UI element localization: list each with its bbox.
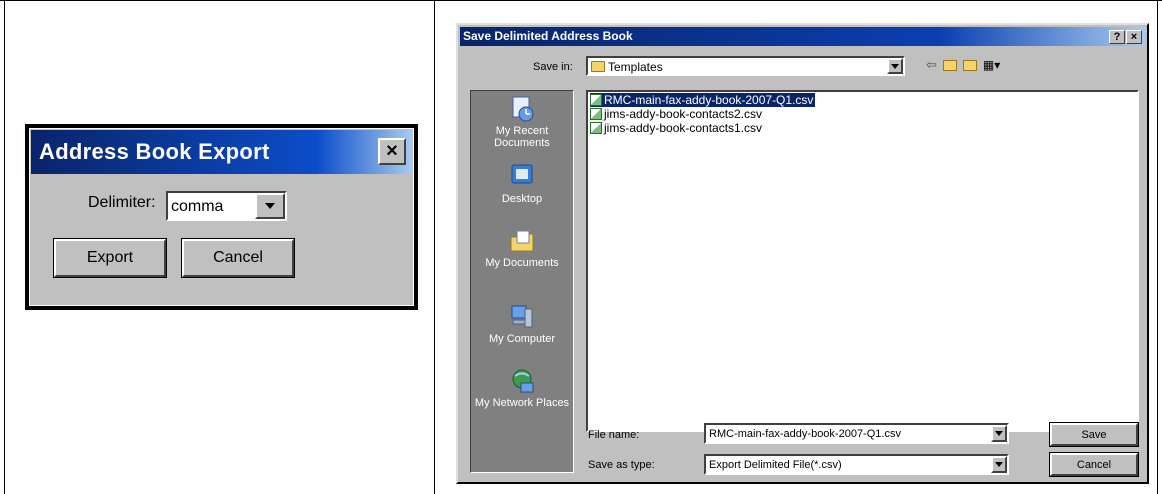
up-folder-icon[interactable] (942, 59, 957, 71)
network-places-icon (507, 367, 537, 395)
file-name: jims-addy-book-contacts2.csv (604, 107, 763, 121)
place-label: Desktop (501, 193, 543, 205)
dialog-titlebar[interactable]: Save Delimited Address Book ? × (460, 27, 1145, 46)
dialog-title: Save Delimited Address Book (463, 29, 633, 43)
frame-divider (434, 0, 435, 494)
recent-documents-icon (507, 95, 537, 123)
close-button[interactable]: × (1126, 30, 1142, 44)
place-desktop[interactable]: Desktop (471, 163, 573, 205)
chevron-down-icon[interactable] (991, 456, 1007, 473)
save-in-select[interactable]: Templates (586, 56, 905, 76)
place-label: My Network Places (474, 397, 570, 409)
csv-file-icon (590, 94, 602, 106)
file-item[interactable]: RMC-main-fax-addy-book-2007-Q1.csv (590, 93, 816, 107)
delimiter-value: comma (171, 198, 224, 215)
save-as-type-select[interactable]: Export Delimited File(*.csv) (704, 454, 1009, 475)
save-as-type-value: Export Delimited File(*.csv) (709, 459, 842, 471)
views-menu-icon[interactable]: ▦▾ (983, 58, 1000, 72)
close-button[interactable]: × (378, 138, 406, 165)
chevron-down-icon[interactable] (887, 58, 903, 74)
place-label: My Recent Documents (494, 125, 550, 149)
delimiter-label: Delimiter: (88, 194, 156, 211)
file-name: jims-addy-book-contacts1.csv (604, 121, 763, 135)
csv-file-icon (590, 108, 602, 120)
file-item[interactable]: jims-addy-book-contacts1.csv (590, 121, 764, 135)
new-folder-icon[interactable] (962, 59, 977, 71)
file-name: RMC-main-fax-addy-book-2007-Q1.csv (604, 93, 814, 107)
dialog-body: Address Book Export × Delimiter: comma E… (29, 128, 414, 306)
place-network-places[interactable]: My Network Places (471, 367, 573, 409)
back-icon[interactable]: ⇦ (926, 57, 937, 73)
save-button[interactable]: Save (1049, 422, 1139, 447)
chevron-down-icon[interactable] (255, 193, 285, 219)
save-as-type-label: Save as type: (588, 459, 655, 471)
frame-left-border (4, 0, 5, 494)
my-documents-icon (507, 227, 537, 255)
save-in-value: Templates (608, 60, 663, 74)
file-name-label: File name: (588, 429, 640, 441)
dialog-title: Address Book Export (39, 139, 270, 164)
save-delimited-address-book-dialog: Save Delimited Address Book ? × Save in:… (456, 23, 1149, 484)
frame-right-border (1157, 0, 1158, 494)
chevron-down-icon[interactable] (991, 425, 1007, 442)
save-in-label: Save in: (533, 61, 573, 73)
frame-top-border (0, 0, 1162, 1)
my-computer-icon (507, 303, 537, 331)
dialog-titlebar[interactable]: Address Book Export × (31, 130, 412, 174)
file-name-field[interactable]: RMC-main-fax-addy-book-2007-Q1.csv (704, 423, 1009, 444)
export-button[interactable]: Export (53, 238, 167, 278)
places-bar: My Recent Documents Desktop My Documents… (470, 90, 574, 473)
place-my-computer[interactable]: My Computer (471, 303, 573, 345)
navigation-toolbar: ⇦ ▦▾ (926, 56, 1000, 74)
file-list[interactable]: RMC-main-fax-addy-book-2007-Q1.csv jims-… (586, 90, 1139, 432)
help-button[interactable]: ? (1109, 30, 1125, 44)
place-recent-documents[interactable]: My Recent Documents (471, 95, 573, 149)
cancel-button[interactable]: Cancel (181, 238, 295, 278)
cancel-button[interactable]: Cancel (1049, 452, 1139, 477)
csv-file-icon (590, 122, 602, 134)
delimiter-select[interactable]: comma (166, 191, 287, 221)
place-my-documents[interactable]: My Documents (471, 227, 573, 269)
desktop-icon (507, 163, 537, 191)
place-label: My Documents (485, 257, 559, 269)
place-label: My Computer (488, 333, 556, 345)
file-name-value: RMC-main-fax-addy-book-2007-Q1.csv (709, 428, 901, 440)
address-book-export-dialog: Address Book Export × Delimiter: comma E… (25, 124, 418, 310)
folder-icon (591, 61, 605, 72)
file-item[interactable]: jims-addy-book-contacts2.csv (590, 107, 764, 121)
